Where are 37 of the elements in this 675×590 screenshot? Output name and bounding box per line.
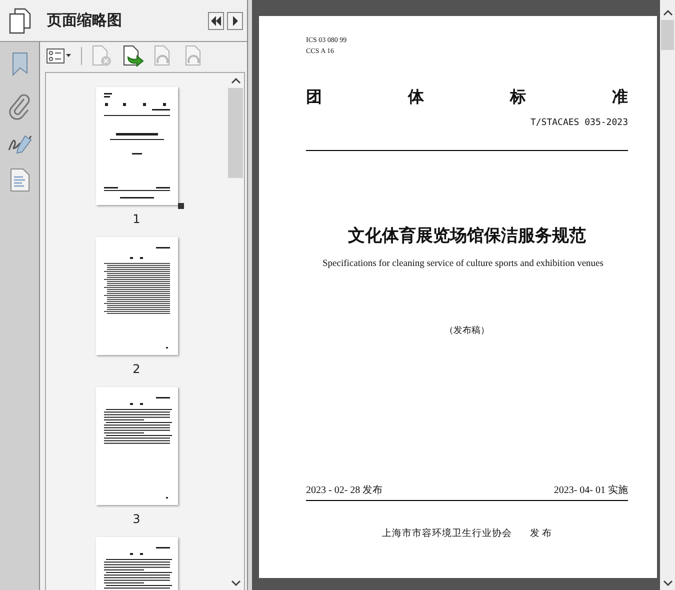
panel-title: 页面缩略图 bbox=[47, 11, 123, 30]
standard-number: T/STACAES 035-2023 bbox=[530, 118, 628, 128]
issue-date: 2023 - 02- 28 发布 bbox=[306, 484, 383, 497]
next-icon[interactable] bbox=[231, 16, 240, 26]
scroll-down-icon[interactable] bbox=[662, 580, 672, 586]
page-thumbnail[interactable] bbox=[96, 237, 178, 355]
standard-heading-char: 准 bbox=[612, 87, 628, 108]
paperclip-icon[interactable] bbox=[8, 94, 30, 120]
standard-heading-char: 团 bbox=[306, 87, 322, 108]
document-subtitle: Specifications for cleaning service of culture sports and exhibition venues bbox=[322, 259, 604, 269]
page-thumbnail[interactable] bbox=[96, 87, 178, 205]
scroll-up-icon[interactable] bbox=[230, 78, 241, 84]
scrollbar-thumb[interactable] bbox=[228, 88, 244, 178]
current-page-marker[interactable] bbox=[178, 203, 184, 209]
rewind-icon[interactable] bbox=[210, 16, 222, 26]
signature-icon[interactable] bbox=[6, 134, 32, 154]
scroll-up-icon[interactable] bbox=[662, 10, 672, 16]
draft-status: （发布稿） bbox=[444, 324, 490, 337]
standard-heading-char: 体 bbox=[408, 87, 424, 108]
scroll-down-icon[interactable] bbox=[230, 580, 241, 586]
page-thumbnail[interactable] bbox=[96, 387, 178, 505]
document-title: 文化体育展览场馆保洁服务规范 bbox=[347, 225, 587, 247]
page-icon[interactable] bbox=[10, 168, 30, 192]
publish-label: 发 布 bbox=[530, 528, 552, 540]
page-number: 2 bbox=[132, 362, 140, 376]
implement-date: 2023- 04- 01 实施 bbox=[554, 484, 628, 497]
insert-page-button[interactable] bbox=[122, 45, 144, 67]
options-button[interactable] bbox=[46, 48, 72, 64]
next-button[interactable] bbox=[227, 12, 244, 30]
document-scrollbar[interactable] bbox=[660, 0, 675, 590]
page-number: 1 bbox=[132, 212, 140, 226]
standard-heading-char: 标 bbox=[510, 87, 526, 108]
rewind-button[interactable] bbox=[208, 12, 224, 30]
scrollbar-thumb[interactable] bbox=[661, 20, 674, 50]
pages-icon[interactable] bbox=[9, 8, 31, 34]
page-number: 3 bbox=[132, 512, 140, 526]
publisher: 上海市市容环境卫生行业协会 bbox=[382, 527, 512, 540]
